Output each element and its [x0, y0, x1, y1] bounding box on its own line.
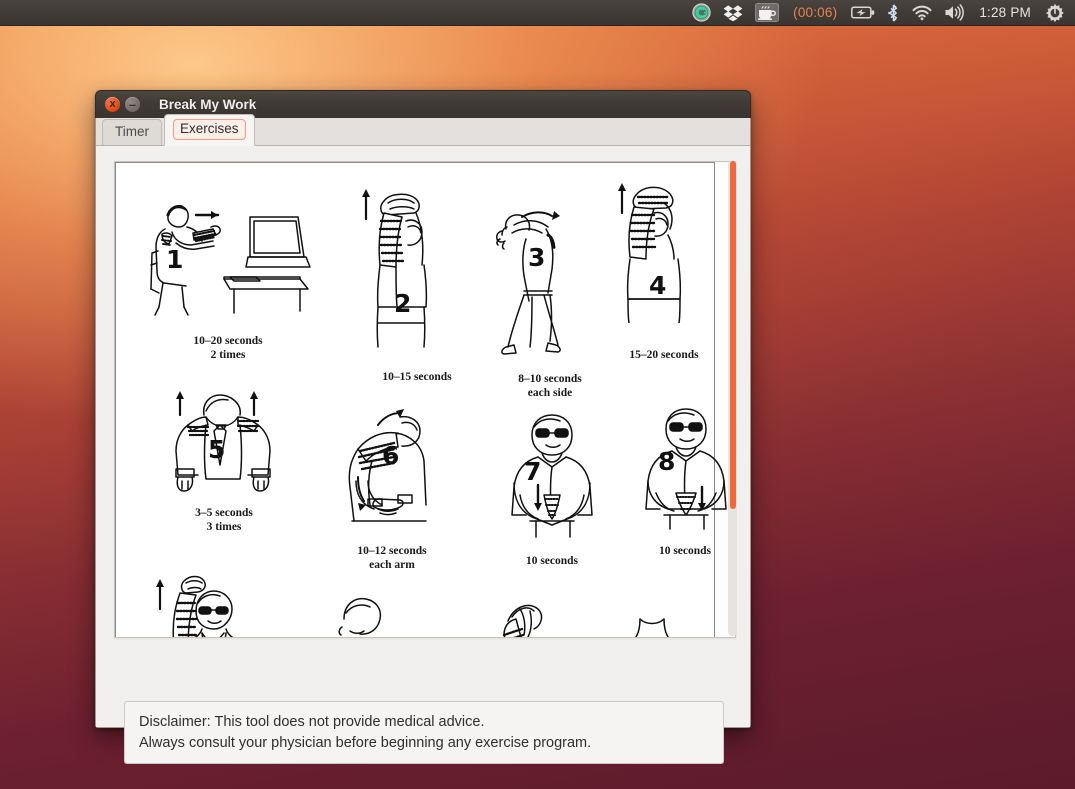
exercise-caption-8: 10 seconds [658, 545, 712, 557]
bluetooth-icon[interactable] [881, 0, 906, 26]
disclaimer-box: Disclaimer: This tool does not provide m… [124, 701, 724, 765]
disclaimer-line-1: Disclaimer: This tool does not provide m… [139, 714, 485, 730]
exercise-number-2: 2 [394, 289, 412, 318]
exercise-figure-3 [488, 195, 608, 365]
tab-exercises-label: Exercises [173, 119, 246, 140]
exercise-caption-6: 10–12 seconds each arm [357, 545, 427, 571]
exercise-number-8: 8 [658, 447, 676, 476]
wifi-icon[interactable] [906, 0, 938, 26]
exercise-caption-5: 3–5 seconds 3 times [195, 507, 253, 533]
top-panel: (00:06) 1:28 PM [0, 0, 1075, 26]
exercise-caption-4: 15–20 seconds [629, 349, 699, 361]
window-minimize-button[interactable]: – [125, 97, 140, 112]
tab-exercises[interactable]: Exercises [164, 114, 255, 146]
disclaimer-line-2: Always consult your physician before beg… [139, 734, 592, 751]
tab-bar: Timer Exercises [96, 114, 750, 146]
exercise-image-scrollarea[interactable]: 1 10–20 seconds 2 times 2 10–15 seconds … [114, 161, 736, 638]
exercise-caption-7: 10 seconds [525, 555, 579, 567]
minimize-icon: – [128, 97, 137, 112]
exercise-number-7: 7 [524, 457, 542, 486]
application-window: x – Break My Work Timer Exercises 1 10–2… [95, 90, 751, 765]
exercise-figure-10 [302, 591, 442, 637]
scrollbar-thumb[interactable] [730, 161, 736, 509]
exercises-panel: 1 10–20 seconds 2 times 2 10–15 seconds … [96, 146, 750, 765]
volume-icon[interactable] [938, 0, 971, 26]
window-title: Break My Work [159, 97, 257, 112]
exercise-figure-2 [354, 177, 464, 362]
exercise-figure-7 [482, 409, 622, 539]
exercise-figure-12 [586, 601, 726, 637]
exercise-number-5: 5 [208, 435, 226, 464]
exercise-caption-3: 8–10 seconds each side [518, 373, 582, 399]
dropbox-icon[interactable] [717, 0, 749, 26]
exercise-poster-image: 1 10–20 seconds 2 times 2 10–15 seconds … [115, 162, 727, 637]
tab-timer[interactable]: Timer [102, 119, 162, 145]
exercise-figure-11 [464, 591, 604, 637]
window-body: Timer Exercises 1 10–20 seconds 2 times … [95, 114, 751, 765]
tab-timer-label: Timer [115, 124, 149, 139]
gear-power-icon[interactable] [1039, 0, 1069, 26]
exercise-number-1: 1 [166, 245, 184, 274]
close-icon: x [109, 98, 116, 110]
exercise-number-6: 6 [382, 441, 400, 470]
exercise-number-4: 4 [649, 271, 667, 300]
caffeine-timer-label[interactable]: (00:06) [785, 0, 845, 26]
exercise-caption-2: 10–15 seconds [382, 371, 452, 383]
battery-icon[interactable] [845, 0, 881, 26]
sync-indicator-icon[interactable] [686, 0, 717, 26]
window-close-button[interactable]: x [105, 97, 120, 112]
exercise-figure-8 [616, 401, 735, 533]
exercise-number-3: 3 [528, 243, 546, 272]
coffee-cup-icon[interactable] [749, 0, 785, 26]
exercise-figure-4 [608, 173, 708, 323]
exercise-figure-9 [142, 563, 272, 637]
clock-label[interactable]: 1:28 PM [971, 0, 1039, 26]
exercise-caption-1: 10–20 seconds 2 times [193, 335, 263, 361]
